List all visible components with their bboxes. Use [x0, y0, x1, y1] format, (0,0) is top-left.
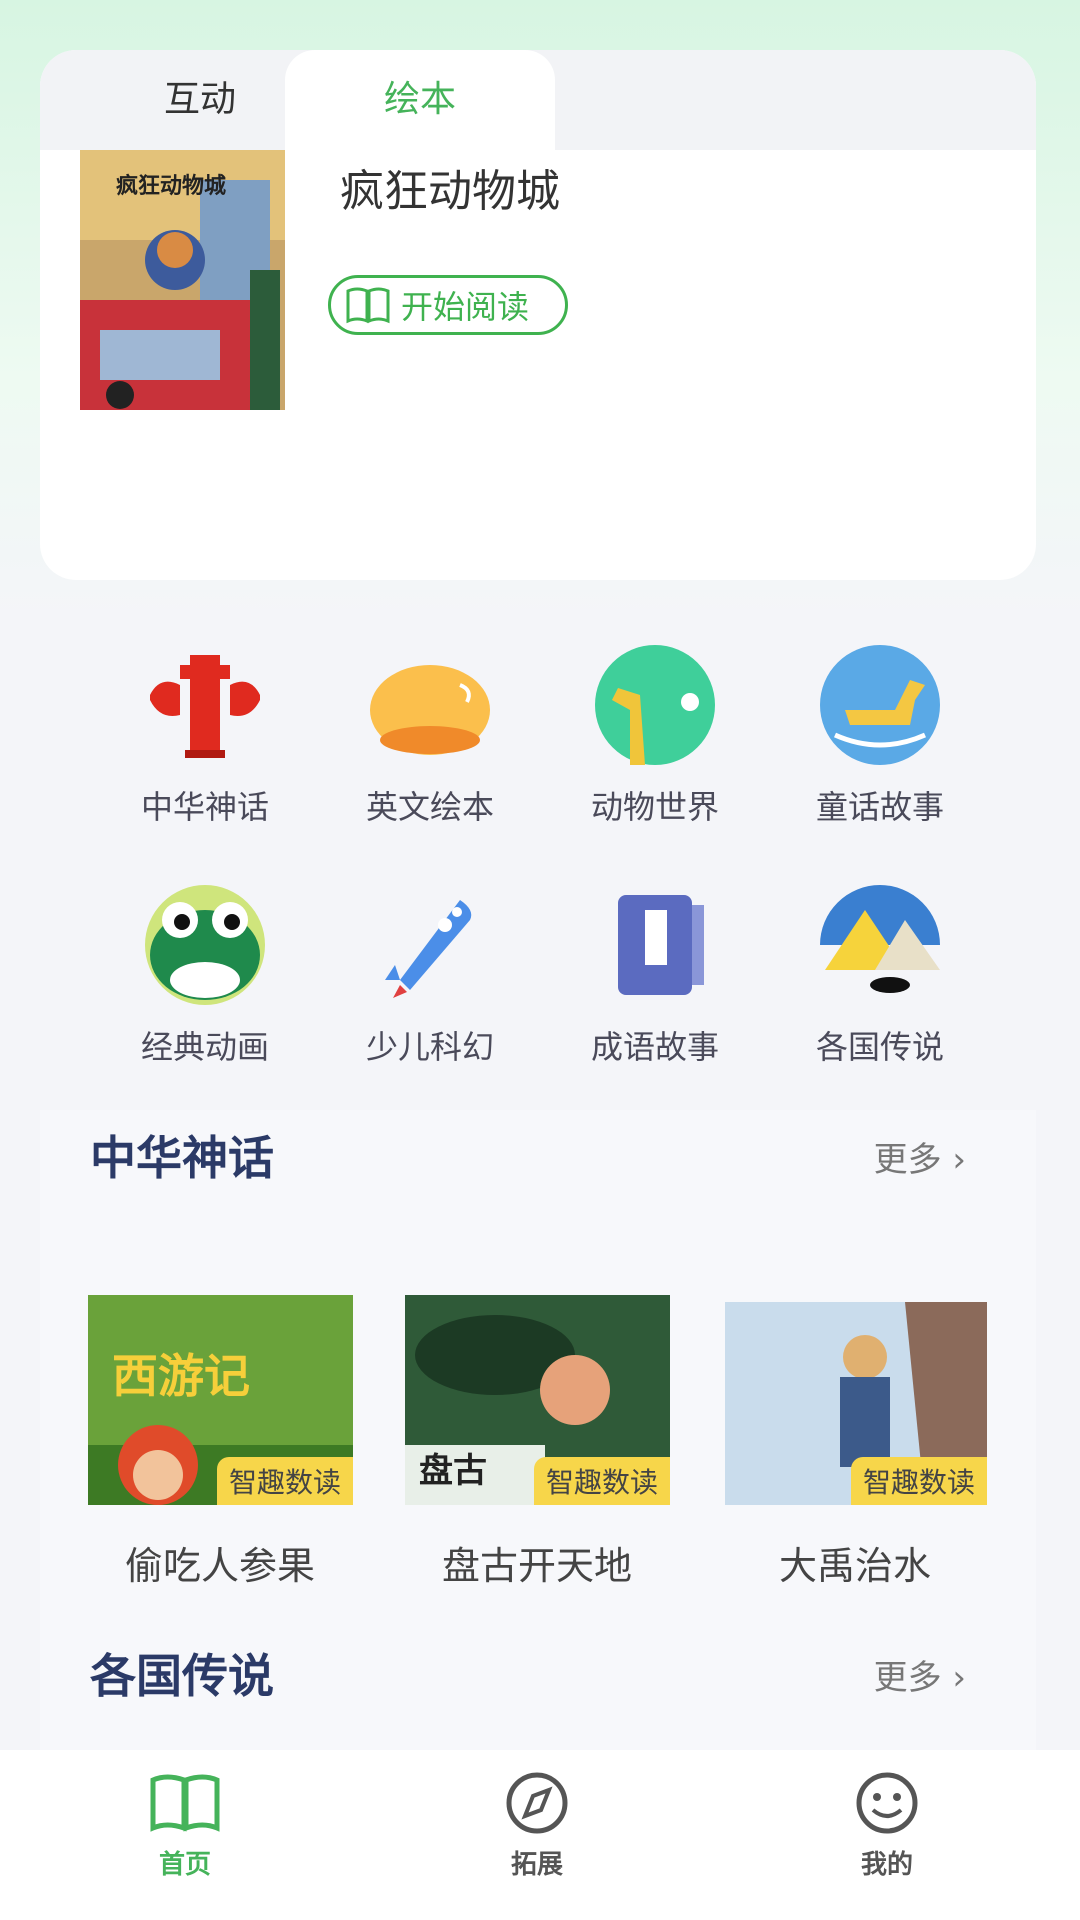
category-world-legends[interactable]: 各国传说: [770, 880, 990, 1068]
category-label: 童话故事: [815, 788, 944, 826]
category-chinese-myths[interactable]: 中华神话: [95, 640, 315, 828]
section-chinese-myths: 中华神话 更多 › 西游记 智趣数读 盘古 智趣数读 智趣数读 偷吃人参果 盘古…: [40, 1110, 1036, 1630]
rocket-icon: [385, 900, 472, 998]
chevron-right-icon: ›: [952, 1140, 966, 1180]
compass-icon: [506, 1772, 568, 1834]
category-label: 中华神话: [140, 788, 269, 826]
red-hydrant-icon: [150, 655, 260, 758]
category-label: 各国传说: [815, 1028, 944, 1066]
bottom-nav: 首页 拓展 我的: [0, 1750, 1080, 1920]
start-reading-label: 开始阅读: [401, 288, 530, 326]
category-animal-world[interactable]: 动物世界: [545, 640, 765, 828]
open-book-icon: [346, 287, 390, 324]
more-link[interactable]: 更多 ›: [874, 1132, 966, 1181]
featured-book-title: 疯狂动物城: [340, 166, 560, 217]
category-label: 英文绘本: [365, 788, 494, 826]
book-title: 大禹治水: [778, 1544, 931, 1588]
giraffe-icon: [595, 645, 715, 765]
book-thumb-1[interactable]: 西游记 智趣数读: [88, 1295, 353, 1505]
category-kids-scifi[interactable]: 少儿科幻: [320, 880, 540, 1068]
cover-title-text: 西游记: [112, 1349, 250, 1403]
frog-icon: [145, 885, 265, 1005]
badge: 智趣数读: [533, 1457, 670, 1505]
category-grid: 中华神话 英文绘本 动物世界 童话故事 经典动画 少儿科幻 成语故事 各国传说: [40, 590, 1036, 1080]
book-icon: [618, 895, 704, 995]
tab-picture-book[interactable]: 绘本: [285, 50, 555, 150]
book-title: 盘古开天地: [441, 1544, 632, 1588]
nav-label: 我的: [860, 1850, 913, 1880]
cover-title-text: 疯狂动物城: [116, 174, 227, 199]
category-label: 少儿科幻: [365, 1028, 494, 1066]
section-title: 各国传说: [90, 1649, 274, 1703]
more-link[interactable]: 更多 ›: [874, 1650, 966, 1699]
category-label: 经典动画: [140, 1028, 269, 1066]
cover-title-text: 盘古: [419, 1451, 487, 1491]
open-book-icon: [150, 1774, 220, 1832]
category-label: 动物世界: [590, 788, 719, 826]
category-classic-animation[interactable]: 经典动画: [95, 880, 315, 1068]
badge: 智趣数读: [850, 1457, 987, 1505]
nav-mine[interactable]: 我的: [817, 1770, 957, 1881]
nav-label: 拓展: [510, 1850, 563, 1880]
more-label: 更多: [873, 1140, 942, 1180]
category-fairy-tales[interactable]: 童话故事: [770, 640, 990, 828]
category-english-books[interactable]: 英文绘本: [320, 640, 540, 828]
category-label: 成语故事: [590, 1028, 719, 1066]
badge: 智趣数读: [216, 1457, 353, 1505]
section-title: 中华神话: [90, 1131, 274, 1185]
picture-book-card: 互动 绘本 疯狂动物城 疯狂动物城 开始阅读: [40, 50, 1036, 580]
orange-bowl-icon: [370, 665, 490, 755]
book-thumb-3[interactable]: 智趣数读: [725, 1302, 987, 1505]
tab-bar: 互动 绘本: [40, 50, 1036, 150]
tab-interactive[interactable]: 互动: [100, 50, 300, 150]
nav-label: 首页: [158, 1850, 211, 1880]
featured-book-cover[interactable]: 疯狂动物城: [80, 150, 285, 410]
nav-explore[interactable]: 拓展: [467, 1770, 607, 1881]
section-world-legends: 各国传说 更多 ›: [40, 1630, 1036, 1750]
chevron-right-icon: ›: [952, 1658, 966, 1698]
book-title: 偷吃人参果: [124, 1544, 315, 1588]
pyramid-icon: [820, 885, 940, 993]
smiley-icon: [856, 1772, 918, 1834]
rocking-horse-icon: [820, 645, 940, 765]
start-reading-button[interactable]: 开始阅读: [328, 275, 568, 335]
more-label: 更多: [873, 1658, 942, 1698]
book-thumb-2[interactable]: 盘古 智趣数读: [405, 1295, 670, 1505]
nav-home[interactable]: 首页: [115, 1770, 255, 1881]
category-idiom-stories[interactable]: 成语故事: [545, 880, 765, 1068]
